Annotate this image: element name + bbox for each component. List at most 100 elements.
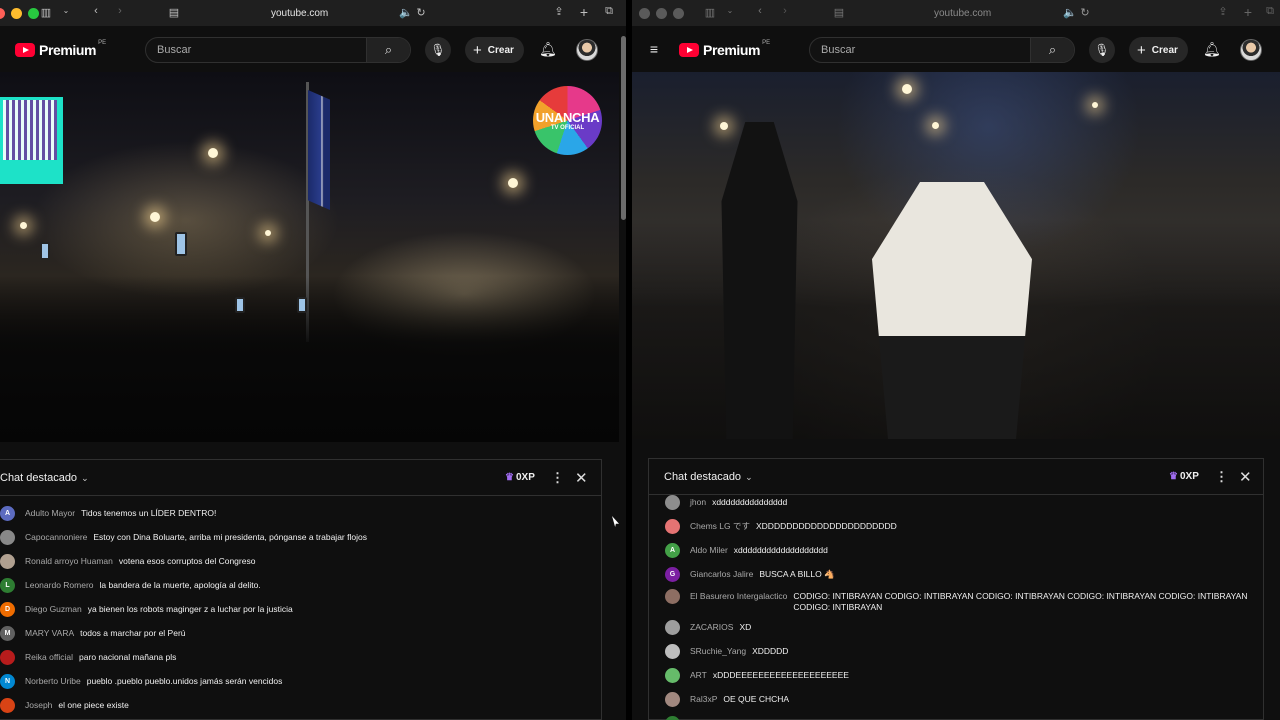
author-avatar[interactable] bbox=[665, 495, 680, 510]
sidebar-toggle-icon[interactable]: ▥ bbox=[702, 6, 718, 19]
author-avatar[interactable]: A bbox=[665, 543, 680, 558]
chat-message[interactable]: L Leonardo Romero la bandera de la muerte,… bbox=[0, 578, 601, 593]
close-icon[interactable]: ✕ bbox=[1239, 468, 1252, 486]
author-name[interactable]: Adulto Mayor bbox=[25, 508, 75, 519]
close-window-button[interactable] bbox=[639, 8, 650, 19]
chat-message[interactable]: Joseph el one piece existe bbox=[0, 698, 601, 713]
author-avatar[interactable] bbox=[0, 650, 15, 665]
author-avatar[interactable] bbox=[665, 668, 680, 683]
author-name[interactable]: jhon bbox=[690, 497, 706, 508]
close-window-button[interactable] bbox=[0, 8, 5, 19]
video-player-right[interactable] bbox=[632, 72, 1280, 439]
share-icon[interactable]: ⇪ bbox=[551, 5, 567, 18]
create-button[interactable]: + Crear bbox=[1129, 37, 1188, 63]
chat-message[interactable]: jhon xddddddddddddddd bbox=[649, 495, 1263, 510]
search-icon[interactable]: ⌕ bbox=[1030, 38, 1074, 62]
notifications-bell-icon[interactable]: 🔔︎ bbox=[539, 41, 557, 58]
chevron-down-icon[interactable]: ⌄ bbox=[58, 6, 74, 15]
author-name[interactable]: Chems LG です bbox=[690, 521, 750, 532]
author-avatar[interactable]: G bbox=[665, 567, 680, 582]
chat-message[interactable]: El Basurero Intergalactico CODIGO: INTIBR… bbox=[649, 589, 1263, 613]
author-avatar[interactable] bbox=[665, 644, 680, 659]
chevron-down-icon[interactable]: ⌄ bbox=[722, 6, 738, 15]
author-avatar[interactable]: N bbox=[0, 674, 15, 689]
author-avatar[interactable] bbox=[665, 620, 680, 635]
back-icon[interactable]: ‹ bbox=[88, 5, 104, 17]
chat-message[interactable]: SRuchie_Yang XDDDDD bbox=[649, 644, 1263, 659]
author-name[interactable]: El Basurero Intergalactico bbox=[690, 591, 787, 602]
author-name[interactable]: Aldo Miler bbox=[690, 545, 728, 556]
youtube-premium-logo[interactable]: Premium PE bbox=[679, 40, 772, 58]
search-box[interactable]: Buscar ⌕ bbox=[809, 37, 1075, 63]
account-avatar[interactable] bbox=[1240, 39, 1262, 61]
author-name[interactable]: Ronald arroyo Huaman bbox=[25, 556, 113, 567]
reload-icon[interactable]: ↻ bbox=[413, 6, 429, 19]
more-options-icon[interactable]: ⋮ bbox=[1215, 469, 1228, 485]
author-name[interactable]: Capocannoniere bbox=[25, 532, 87, 543]
forward-icon[interactable]: › bbox=[777, 5, 793, 17]
author-name[interactable]: Diego Guzman bbox=[25, 604, 82, 615]
author-avatar[interactable]: D bbox=[0, 602, 15, 617]
share-icon[interactable]: ⇪ bbox=[1215, 5, 1231, 18]
author-avatar[interactable] bbox=[665, 692, 680, 707]
author-avatar[interactable] bbox=[665, 589, 680, 604]
author-name[interactable]: ZACARIOS bbox=[690, 622, 733, 633]
author-name[interactable]: MARY VARA bbox=[25, 628, 74, 639]
new-tab-icon[interactable]: + bbox=[576, 4, 592, 20]
notifications-bell-icon[interactable]: 🔔︎ bbox=[1203, 41, 1221, 58]
xp-badge[interactable]: ♛ 0XP bbox=[505, 472, 535, 483]
search-input[interactable]: Buscar bbox=[810, 44, 1030, 56]
chat-message[interactable]: ZACARIOS XD bbox=[649, 620, 1263, 635]
more-options-icon[interactable]: ⋮ bbox=[551, 470, 564, 486]
microphone-icon[interactable]: 🎙 bbox=[1089, 37, 1115, 63]
chat-message[interactable]: N Norberto Uribe pueblo .pueblo pueblo.uni… bbox=[0, 674, 601, 689]
sidebar-toggle-icon[interactable]: ▥ bbox=[38, 6, 54, 19]
back-icon[interactable]: ‹ bbox=[752, 5, 768, 17]
page-settings-icon[interactable]: ▤ bbox=[831, 6, 847, 19]
author-avatar[interactable] bbox=[665, 519, 680, 534]
chat-message[interactable]: Chems LG です XDDDDDDDDDDDDDDDDDDDDDD bbox=[649, 519, 1263, 534]
audio-icon[interactable]: 🔈 bbox=[1062, 6, 1078, 19]
reload-icon[interactable]: ↻ bbox=[1077, 6, 1093, 19]
video-player-left[interactable]: UNANCHA TV OFICIAL bbox=[0, 72, 619, 442]
author-avatar[interactable] bbox=[0, 554, 15, 569]
chat-mode-dropdown[interactable]: Chat destacado ⌄ bbox=[0, 472, 89, 484]
author-name[interactable]: Giancarlos Jalire bbox=[690, 569, 753, 580]
search-box[interactable]: Buscar ⌕ bbox=[145, 37, 411, 63]
audio-icon[interactable]: 🔈 bbox=[398, 6, 414, 19]
tab-overview-icon[interactable]: ⧉ bbox=[601, 5, 617, 18]
author-avatar[interactable] bbox=[0, 530, 15, 545]
author-avatar[interactable]: L bbox=[0, 578, 15, 593]
microphone-icon[interactable]: 🎙 bbox=[425, 37, 451, 63]
author-avatar[interactable]: O bbox=[665, 716, 680, 720]
minimize-window-button[interactable] bbox=[656, 8, 667, 19]
chat-message[interactable]: D Diego Guzman ya bienen los robots maging… bbox=[0, 602, 601, 617]
chat-message[interactable]: Capocannoniere Estoy con Dina Boluarte, a… bbox=[0, 530, 601, 545]
zoom-window-button[interactable] bbox=[673, 8, 684, 19]
author-avatar[interactable]: M bbox=[0, 626, 15, 641]
xp-badge[interactable]: ♛ 0XP bbox=[1169, 471, 1199, 482]
chat-message[interactable]: M MARY VARA todos a marchar por el Perú bbox=[0, 626, 601, 641]
author-name[interactable]: SRuchie_Yang bbox=[690, 646, 746, 657]
author-avatar[interactable]: A bbox=[0, 506, 15, 521]
create-button[interactable]: + Crear bbox=[465, 37, 524, 63]
author-name[interactable]: Joseph bbox=[25, 700, 52, 711]
search-input[interactable]: Buscar bbox=[146, 44, 366, 56]
address-bar-url[interactable]: youtube.com bbox=[934, 8, 991, 19]
tab-overview-icon[interactable]: ⧉ bbox=[1262, 5, 1278, 18]
author-name[interactable]: Ral3xP bbox=[690, 694, 717, 705]
chat-message[interactable]: A Aldo Miler xddddddddddddddddddd bbox=[649, 543, 1263, 558]
author-name[interactable]: ART bbox=[690, 670, 707, 681]
chat-message[interactable]: Ronald arroyo Huaman votena esos corrupto… bbox=[0, 554, 601, 569]
forward-icon[interactable]: › bbox=[112, 5, 128, 17]
search-icon[interactable]: ⌕ bbox=[366, 38, 410, 62]
chat-mode-dropdown[interactable]: Chat destacado ⌄ bbox=[664, 471, 753, 483]
author-avatar[interactable] bbox=[0, 698, 15, 713]
author-name[interactable]: Leonardo Romero bbox=[25, 580, 94, 591]
chat-message[interactable]: G Giancarlos Jalire BUSCA A BILLO 🐴 bbox=[649, 567, 1263, 582]
author-name[interactable]: Reika official bbox=[25, 652, 73, 663]
address-bar-url[interactable]: youtube.com bbox=[271, 8, 328, 19]
account-avatar[interactable] bbox=[576, 39, 598, 61]
author-name[interactable]: Norberto Uribe bbox=[25, 676, 81, 687]
menu-icon[interactable]: ≡ bbox=[646, 41, 662, 57]
